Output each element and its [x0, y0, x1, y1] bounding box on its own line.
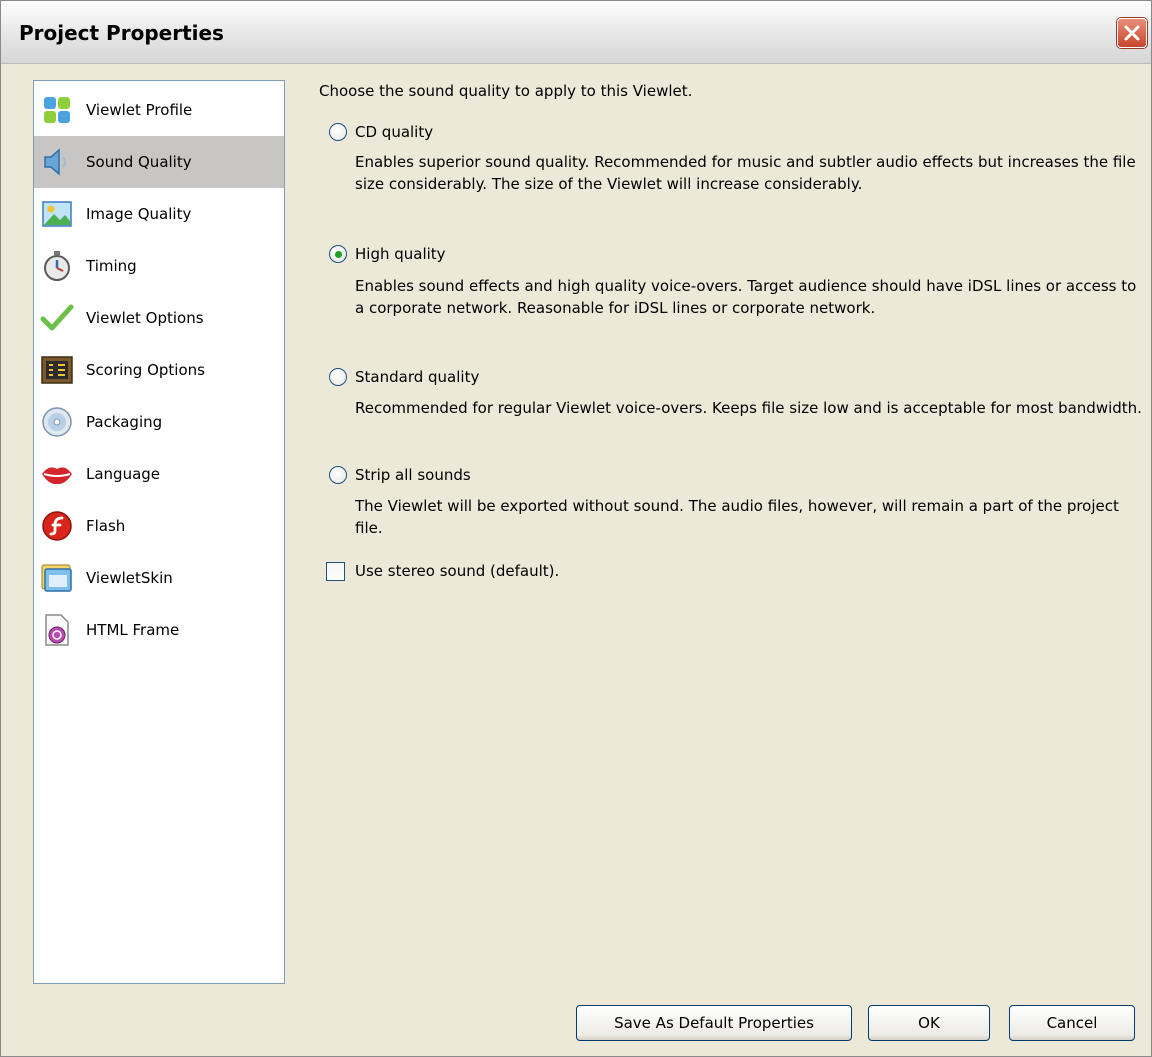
sidebar-item-html-frame[interactable]: HTML Frame	[34, 604, 284, 656]
stereo-sound-checkbox[interactable]	[326, 562, 345, 581]
option-description: Enables sound effects and high quality v…	[355, 277, 1137, 317]
stopwatch-icon	[44, 251, 70, 281]
sidebar-item-label: Language	[86, 465, 161, 483]
save-as-default-button[interactable]: Save As Default Properties	[576, 1005, 852, 1041]
option-label: Strip all sounds	[355, 466, 471, 484]
ok-button[interactable]: OK	[868, 1005, 990, 1041]
sidebar-item-viewlet-profile[interactable]: Viewlet Profile	[34, 84, 284, 136]
sidebar-item-scoring-options[interactable]: Scoring Options	[34, 344, 284, 396]
sidebar-item-label: Image Quality	[86, 205, 192, 223]
sidebar-item-flash[interactable]: Flash	[34, 500, 284, 552]
lips-icon	[42, 467, 72, 485]
title-bar[interactable]: Project Properties	[1, 1, 1151, 64]
sidebar-item-sound-quality[interactable]: Sound Quality	[34, 136, 284, 188]
sidebar-item-viewletskin[interactable]: ViewletSkin	[34, 552, 284, 604]
standard-quality-radio[interactable]	[329, 368, 347, 386]
sidebar-item-viewlet-options[interactable]: Viewlet Options	[34, 292, 284, 344]
high-quality-option[interactable]: High quality	[329, 243, 729, 267]
option-description: Recommended for regular Viewlet voice-ov…	[355, 399, 1142, 417]
sidebar-item-label: Timing	[86, 257, 137, 275]
category-list: Viewlet Profile Sound Quality Image Qual…	[33, 80, 285, 984]
window-skin-icon	[41, 564, 72, 592]
checkmark-icon	[40, 304, 74, 331]
strip-all-sounds-radio[interactable]	[329, 466, 347, 484]
option-description: Enables superior sound quality. Recommen…	[355, 153, 1136, 193]
sidebar-item-language[interactable]: Language	[34, 448, 284, 500]
option-label: Standard quality	[355, 368, 480, 386]
sidebar-item-timing[interactable]: Timing	[34, 240, 284, 292]
sidebar-item-image-quality[interactable]: Image Quality	[34, 188, 284, 240]
sidebar-item-label: HTML Frame	[86, 621, 180, 639]
option-label: High quality	[355, 245, 446, 263]
sidebar-item-label: Viewlet Profile	[86, 101, 193, 119]
strip-all-sounds-option[interactable]: Strip all sounds	[329, 464, 729, 488]
panel-intro-text: Choose the sound quality to apply to thi…	[319, 82, 693, 100]
option-description: The Viewlet will be exported without sou…	[355, 497, 1119, 537]
cancel-button[interactable]: Cancel	[1009, 1005, 1135, 1041]
sidebar-item-label: ViewletSkin	[86, 569, 173, 587]
dialog-title: Project Properties	[19, 21, 224, 45]
close-button[interactable]	[1117, 18, 1147, 48]
speaker-icon	[44, 148, 66, 176]
close-icon	[1124, 25, 1140, 41]
project-properties-dialog: Project Properties Viewlet Profile Sound…	[0, 0, 1152, 1057]
sidebar-item-label: Flash	[86, 517, 126, 535]
sidebar-item-packaging[interactable]: Packaging	[34, 396, 284, 448]
sidebar-item-label: Scoring Options	[86, 361, 205, 379]
picture-icon	[42, 201, 72, 227]
disc-icon	[42, 407, 72, 437]
option-label: CD quality	[355, 123, 434, 141]
sidebar-item-label: Sound Quality	[86, 153, 192, 171]
cd-quality-option[interactable]: CD quality	[329, 121, 729, 145]
checkbox-label: Use stereo sound (default).	[355, 562, 560, 580]
html-frame-icon	[45, 614, 69, 646]
flash-icon	[42, 511, 72, 541]
profile-icon	[44, 97, 70, 123]
scoreboard-icon	[41, 356, 73, 384]
cd-quality-radio[interactable]	[329, 123, 347, 141]
high-quality-radio[interactable]	[329, 245, 347, 263]
stereo-sound-option[interactable]: Use stereo sound (default).	[326, 562, 726, 586]
sidebar-item-label: Packaging	[86, 413, 163, 431]
standard-quality-option[interactable]: Standard quality	[329, 366, 729, 390]
sidebar-item-label: Viewlet Options	[86, 309, 204, 327]
